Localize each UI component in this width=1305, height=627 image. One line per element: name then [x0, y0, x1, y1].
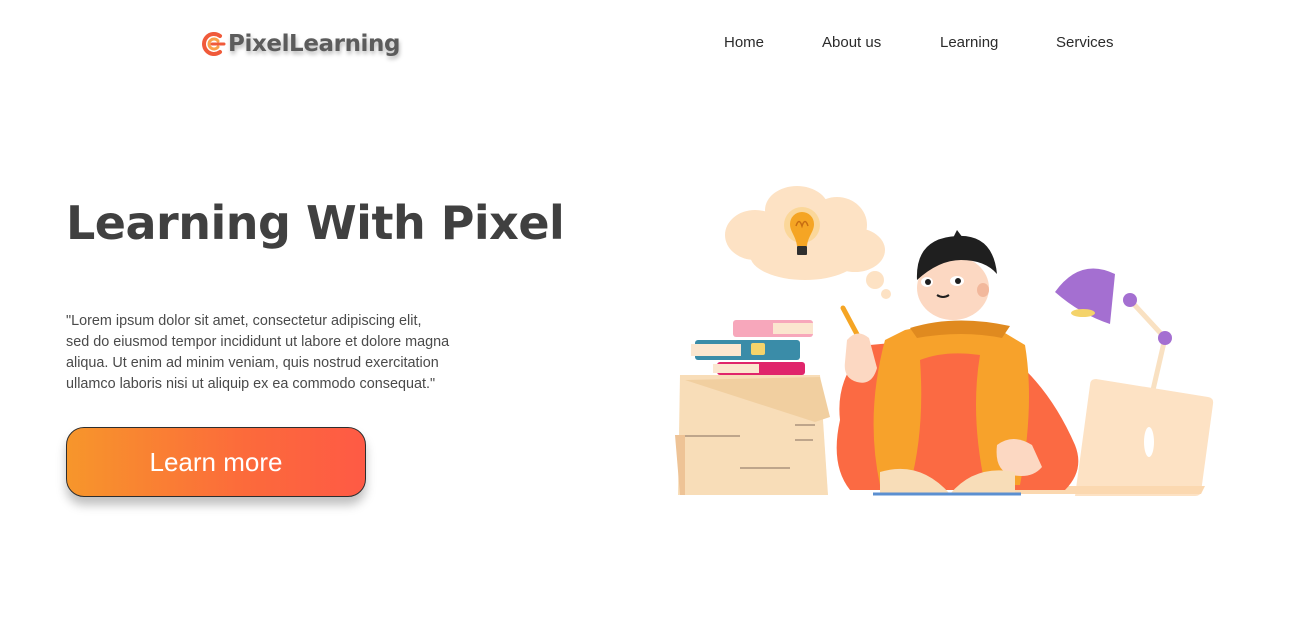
- hero-description-line: aliqua. Ut enim ad minim veniam, quis no…: [66, 355, 439, 371]
- desk-lamp: [1055, 268, 1172, 391]
- nav-home[interactable]: Home: [724, 34, 764, 51]
- hero-title: Learning With Pixel: [66, 196, 565, 250]
- student-studying-illustration: [675, 186, 1214, 496]
- paper-stack: [675, 375, 830, 495]
- hero-description-line: sed do eiusmod tempor incididunt ut labo…: [66, 334, 450, 350]
- hero-description-line: "Lorem ipsum dolor sit amet, consectetur…: [66, 313, 422, 329]
- nav-learning[interactable]: Learning: [940, 34, 998, 51]
- main-nav: Home About us Learning Services: [0, 34, 1305, 54]
- nav-services[interactable]: Services: [1056, 34, 1114, 51]
- hero-description-line: ullamco laboris nisi ut aliquip ex ea co…: [66, 376, 436, 392]
- student-figure: [836, 230, 1079, 490]
- book-stack: [691, 320, 813, 375]
- nav-about-us[interactable]: About us: [822, 34, 881, 51]
- thought-cloud: [725, 186, 891, 299]
- learn-more-button[interactable]: Learn more: [66, 427, 366, 497]
- hero-description: "Lorem ipsum dolor sit amet, consectetur…: [66, 311, 486, 395]
